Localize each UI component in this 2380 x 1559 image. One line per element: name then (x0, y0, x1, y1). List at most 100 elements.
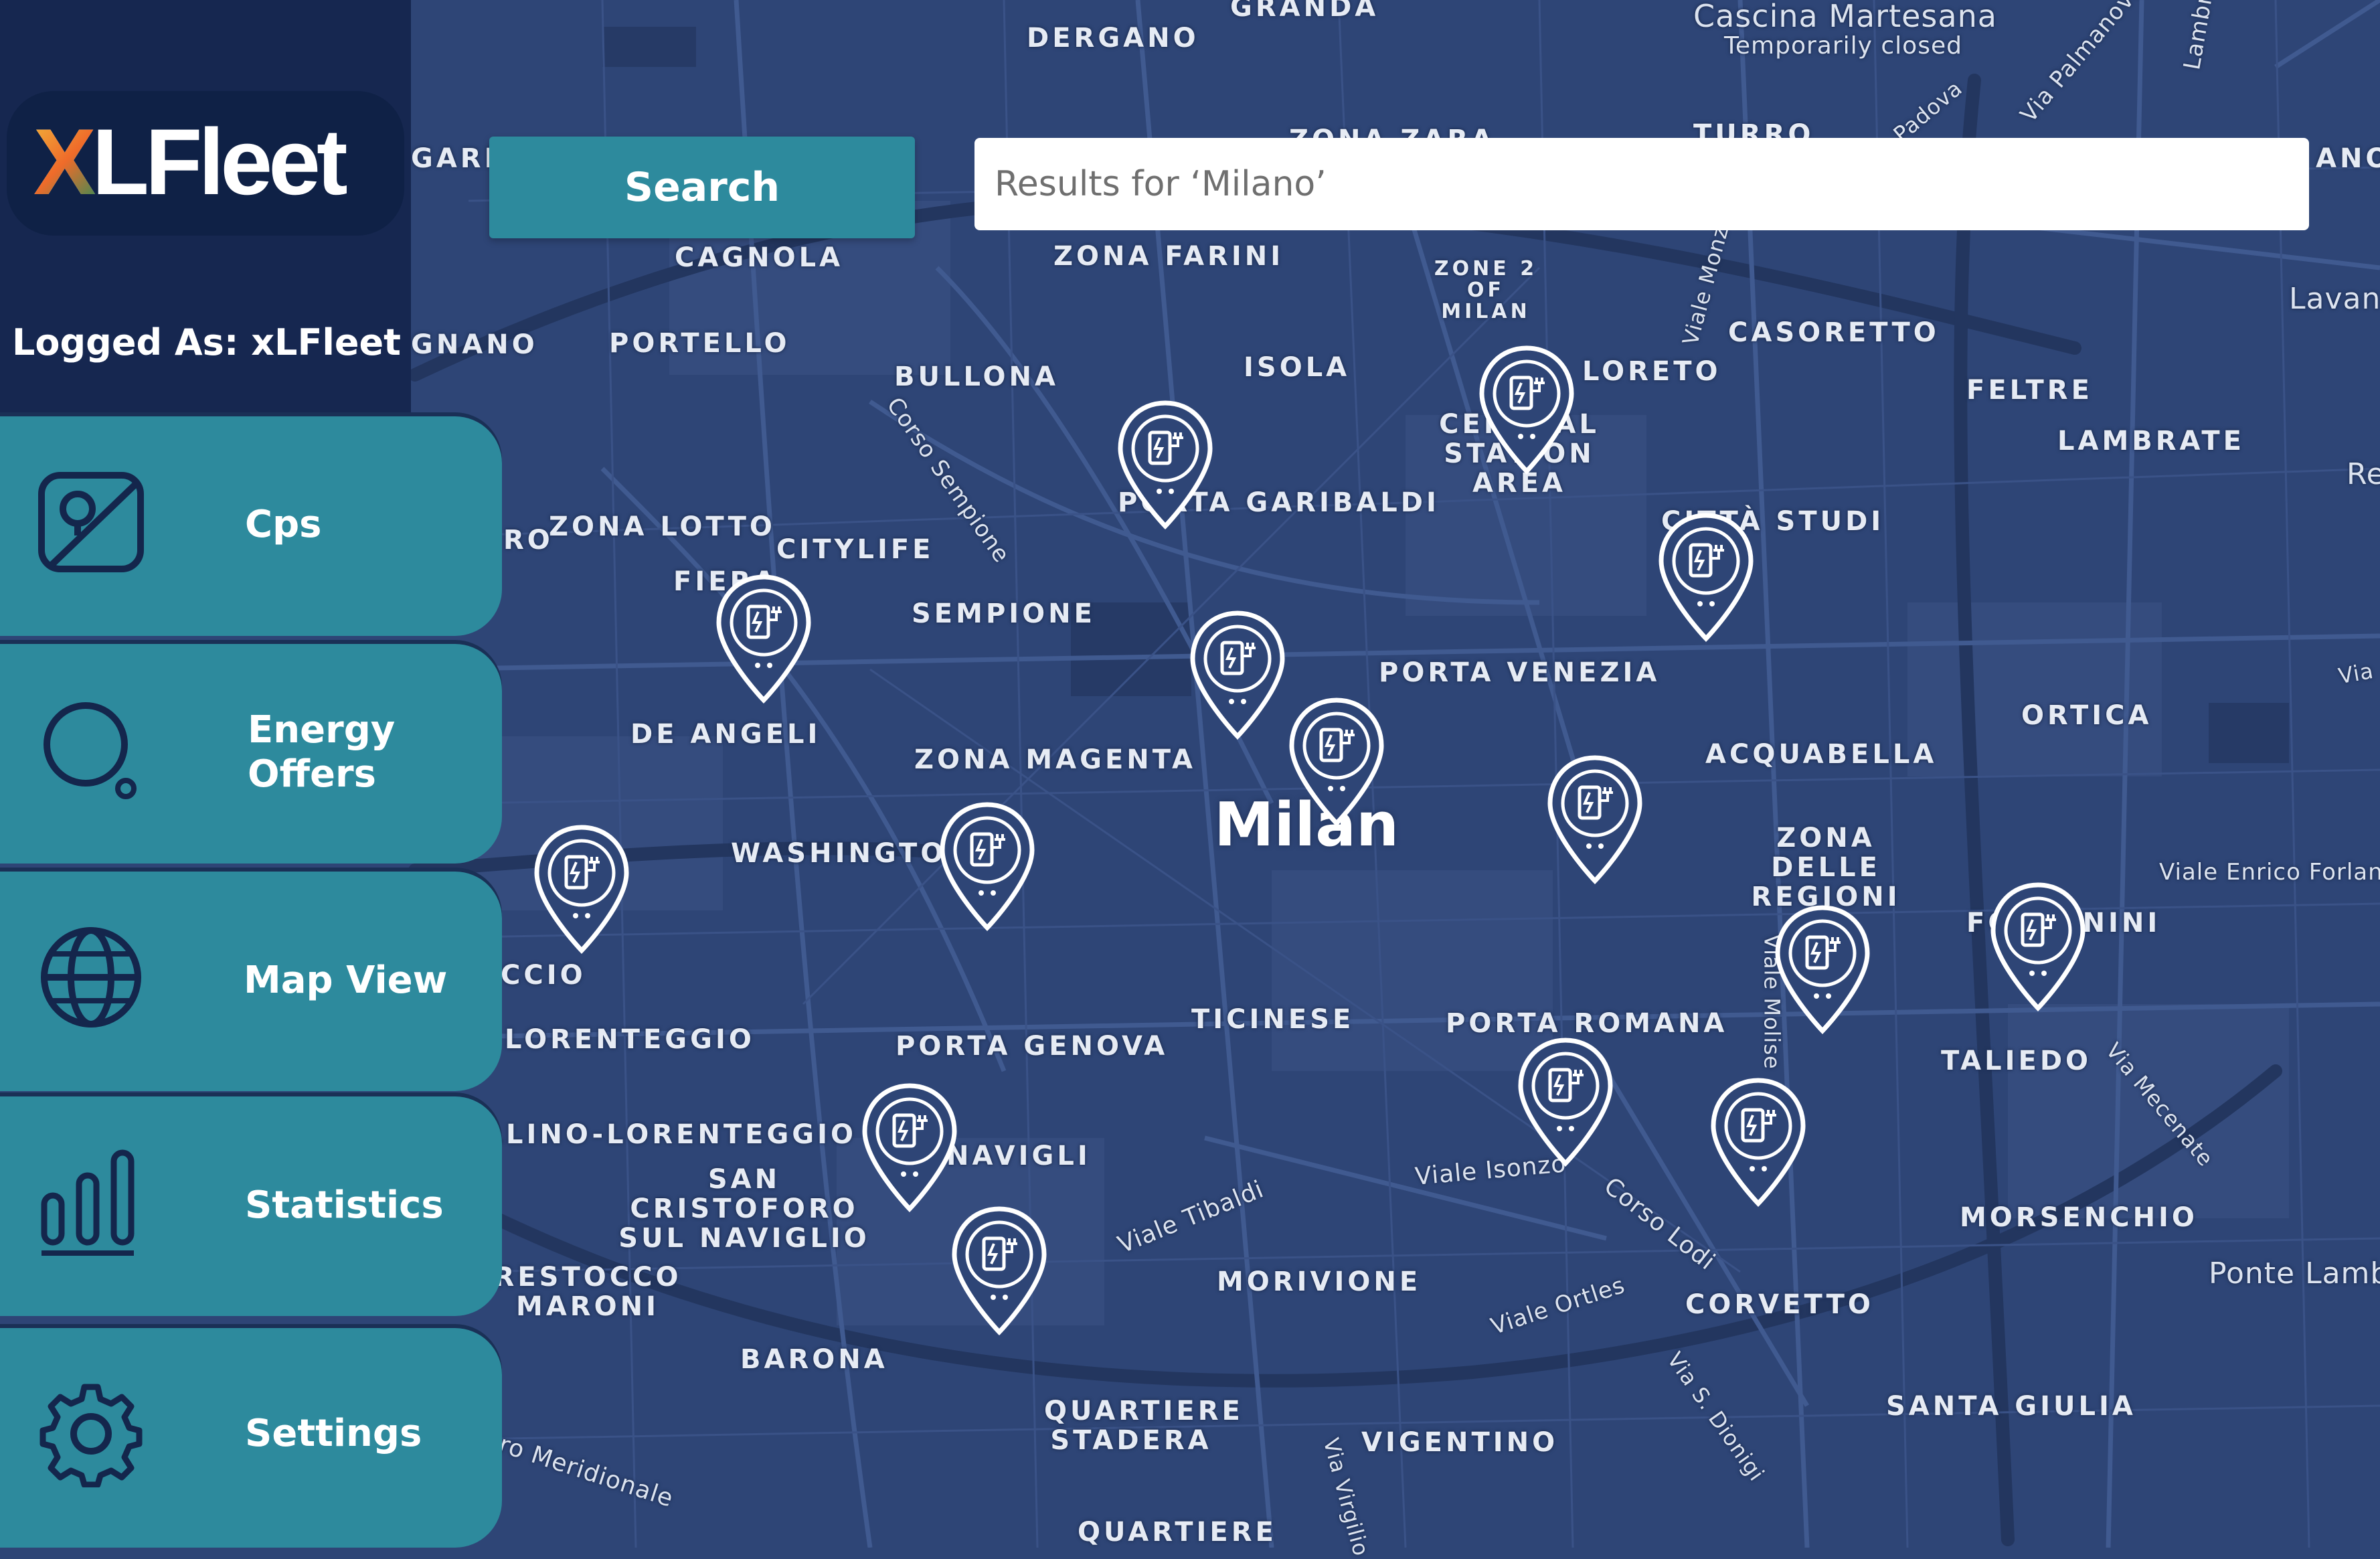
sidebar-header: XLFleet X Logged As: xLFleet (0, 0, 411, 416)
map-poi-label: Temporarily closed (1724, 32, 1962, 60)
map-label: ANO (2316, 143, 2380, 174)
map-poi-label: Ponte Lamb (2209, 1256, 2380, 1291)
charging-station-pin[interactable] (1656, 511, 1756, 645)
charging-station-pin[interactable] (1545, 754, 1645, 888)
map-poi-label: Cascina Martesana (1693, 0, 1997, 34)
map-street-label: Viale Enrico Forlanini (2159, 859, 2380, 886)
map-label: SEMPIONE (912, 598, 1096, 629)
ev-charger-icon (1547, 755, 1642, 885)
map-label: FELTRE (1966, 375, 2093, 406)
map-label: MORSENCHIO (1960, 1202, 2198, 1233)
search-button[interactable]: Search (489, 137, 915, 238)
map-label: PORTA VENEZIA (1379, 657, 1661, 688)
ev-charger-icon (1518, 1038, 1613, 1167)
map-label: MORIVIONE (1217, 1266, 1422, 1297)
nav-item-settings[interactable]: Settings (0, 1328, 502, 1548)
ev-charger-icon (1659, 513, 1754, 643)
map-label: GNANO (411, 329, 538, 360)
map-label: QUARTIERE (1078, 1517, 1277, 1548)
charging-station-pin[interactable] (1515, 1036, 1616, 1170)
nav-item-map-view[interactable]: Map View (0, 872, 502, 1091)
ev-charger-icon (1190, 610, 1285, 740)
map-label: GRANDA (1230, 0, 1379, 23)
charging-station-pin[interactable] (531, 823, 632, 957)
map-label: ZONE 2 OF MILAN (1434, 257, 1538, 323)
map-label: PORTA GENOVA (896, 1031, 1169, 1062)
map-label: RESTOCCO MARONI (493, 1262, 682, 1321)
map-label: ZONA DELLE REGIONI (1751, 823, 1901, 912)
charging-station-pin[interactable] (1115, 399, 1215, 533)
map-label: BARONA (740, 1344, 888, 1375)
nav-label: Energy Offers (248, 708, 396, 796)
map-poi-label: Re (2347, 457, 2380, 491)
map-label: ORTICA (2021, 700, 2152, 731)
charging-station-pin[interactable] (949, 1205, 1049, 1339)
search-input[interactable] (974, 138, 2309, 230)
nav-label: Settings (245, 1412, 422, 1455)
globe-icon (37, 924, 145, 1031)
map-label: SAN CRISTOFORO SUL NAVIGLIO (618, 1164, 870, 1254)
map-label: NAVIGLI (946, 1141, 1091, 1171)
logo-x-mark: X (33, 109, 96, 214)
energy-search-icon (37, 696, 145, 803)
map-label: LORENTEGGIO (505, 1024, 755, 1055)
map-label: CORVETTO (1685, 1289, 1874, 1320)
map-label: BULLONA (894, 361, 1059, 392)
nav-label: Map View (244, 959, 448, 1002)
map-label: TICINESE (1191, 1004, 1355, 1035)
app-logo[interactable]: XLFleet X (7, 91, 404, 236)
charging-station-pin[interactable] (1187, 609, 1288, 743)
map-label: RO (503, 525, 554, 556)
charging-station-pin[interactable] (859, 1082, 960, 1216)
map-label: ACQUABELLA (1705, 739, 1938, 770)
ev-charger-icon (716, 574, 811, 704)
nav-item-cps[interactable]: Cps (0, 416, 502, 636)
map-label: ZONA FARINI (1053, 241, 1284, 272)
ev-charger-icon (1118, 400, 1213, 530)
map-label: LAMBRATE (2057, 426, 2245, 457)
ev-charger-icon (1775, 905, 1870, 1035)
map-label: ZONA MAGENTA (914, 744, 1196, 775)
map-label: WASHINGTON (731, 838, 972, 869)
nav-label: Cps (245, 503, 322, 546)
map-label: ISOLA (1244, 352, 1351, 383)
bar-chart-icon (37, 1149, 145, 1256)
map-label: PORTA ROMANA (1446, 1008, 1728, 1039)
ev-charger-icon (1289, 698, 1384, 827)
map-label: VIGENTINO (1361, 1427, 1559, 1458)
map-label: CITYLIFE (776, 534, 934, 565)
map-label: PORTELLO (609, 328, 790, 359)
ev-charger-icon (534, 825, 629, 955)
map-label: LORETO (1582, 356, 1721, 387)
map-label: DERGANO (1027, 23, 1199, 54)
map-label: CCIO (501, 960, 586, 991)
charging-station-pin[interactable] (1772, 904, 1873, 1038)
charging-station-pin[interactable] (937, 801, 1037, 934)
map-poi-label: Lavan (2289, 282, 2380, 316)
nav-item-statistics[interactable]: Statistics (0, 1096, 502, 1316)
gear-icon (37, 1380, 145, 1487)
ev-charger-icon (1479, 345, 1574, 475)
ev-charger-icon (940, 802, 1035, 932)
ev-charger-icon (1990, 882, 2086, 1012)
map-label: CAGNOLA (675, 242, 844, 273)
map-label: ZONA LOTTO (549, 511, 776, 542)
map-label: GIAMBELLINO-LORENTEGGIO (495, 1121, 857, 1149)
ev-charger-icon (1711, 1078, 1806, 1208)
nav-item-energy-offers[interactable]: Energy Offers (0, 644, 502, 864)
map-label: DE ANGELI (630, 719, 821, 750)
map-label: CASORETTO (1728, 317, 1940, 348)
charging-station-pin[interactable] (1476, 344, 1577, 478)
map-label: QUARTIERE STADERA (1044, 1396, 1244, 1456)
charging-station-pin[interactable] (1286, 696, 1387, 830)
map-image-icon (37, 469, 145, 576)
map-label: SANTA GIULIA (1886, 1391, 2136, 1422)
nav-label: Statistics (245, 1183, 444, 1227)
logged-as-label: Logged As: xLFleet (12, 321, 401, 363)
map-street-label: Via (2336, 657, 2376, 689)
ev-charger-icon (862, 1083, 957, 1213)
charging-station-pin[interactable] (1988, 881, 2088, 1015)
charging-station-pin[interactable] (713, 573, 814, 707)
map-label: TALIEDO (1941, 1046, 2092, 1076)
charging-station-pin[interactable] (1708, 1076, 1808, 1210)
